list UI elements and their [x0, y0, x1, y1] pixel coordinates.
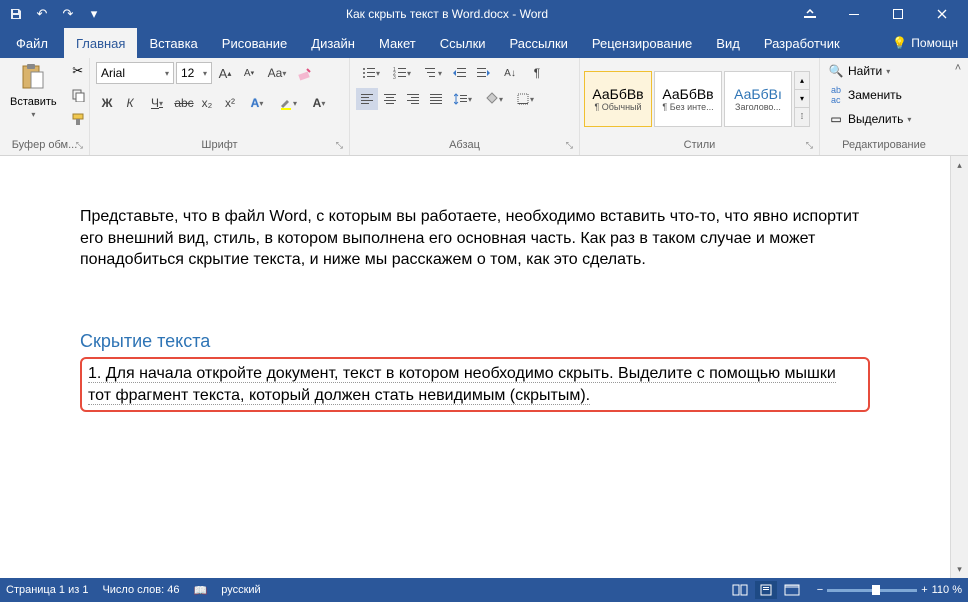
undo-icon[interactable]: ↶	[30, 2, 54, 26]
underline-button[interactable]: Ч▾	[142, 92, 172, 114]
font-color-icon[interactable]: A▾	[304, 92, 334, 114]
body-paragraph: Представьте, что в файл Word, с которым …	[80, 206, 870, 271]
dialog-launcher-icon[interactable]: ⤡	[336, 140, 343, 151]
window-title: Как скрыть текст в Word.docx - Word	[106, 7, 788, 21]
scroll-up-icon[interactable]: ▴	[951, 156, 968, 174]
highlighted-box: 1. Для начала откройте документ, текст в…	[80, 357, 870, 412]
paste-button[interactable]: Вставить ▾	[4, 60, 63, 121]
bold-button[interactable]: Ж	[96, 92, 118, 114]
vertical-scrollbar[interactable]: ▴ ▾	[950, 156, 968, 578]
align-left-icon[interactable]	[356, 88, 378, 110]
redo-icon[interactable]: ↷	[56, 2, 80, 26]
replace-button[interactable]: abacЗаменить	[824, 84, 915, 106]
shading-icon[interactable]: ▾	[479, 88, 509, 110]
document-page[interactable]: Представьте, что в файл Word, с которым …	[0, 156, 950, 578]
copy-icon[interactable]	[67, 84, 89, 106]
tab-references[interactable]: Ссылки	[428, 28, 498, 58]
style-heading[interactable]: АаБбВı Заголово...	[724, 71, 792, 127]
paste-icon	[17, 62, 49, 94]
multilevel-list-icon[interactable]: ▾	[418, 62, 448, 84]
show-marks-icon[interactable]: ¶	[526, 62, 548, 84]
bullets-icon[interactable]: ▾	[356, 62, 386, 84]
tab-insert[interactable]: Вставка	[137, 28, 209, 58]
zoom-level[interactable]: 110 %	[932, 584, 962, 596]
strikethrough-button[interactable]: abc	[173, 92, 195, 114]
decrease-indent-icon[interactable]	[449, 62, 471, 84]
scroll-down-icon[interactable]: ▾	[951, 560, 968, 578]
web-layout-icon[interactable]	[781, 581, 803, 599]
tab-mailings[interactable]: Рассылки	[498, 28, 580, 58]
grow-font-icon[interactable]: A▴	[214, 62, 236, 84]
lightbulb-icon: 💡	[892, 36, 907, 50]
group-font-label: Шрифт	[201, 139, 237, 151]
maximize-icon[interactable]	[876, 0, 920, 28]
spellcheck-icon[interactable]: 📖	[194, 584, 208, 597]
align-center-icon[interactable]	[379, 88, 401, 110]
chevron-down-icon: ▾	[31, 110, 35, 119]
print-layout-icon[interactable]	[755, 581, 777, 599]
step-text: 1. Для начала откройте документ, текст в…	[88, 365, 836, 405]
svg-text:3: 3	[393, 75, 396, 79]
group-paragraph-label: Абзац	[449, 139, 480, 151]
dialog-launcher-icon[interactable]: ⤡	[566, 140, 573, 151]
heading-2: Скрытие текста	[80, 329, 870, 353]
status-word-count[interactable]: Число слов: 46	[102, 584, 179, 596]
read-mode-icon[interactable]	[729, 581, 751, 599]
dialog-launcher-icon[interactable]: ⤡	[806, 140, 813, 151]
minimize-icon[interactable]	[832, 0, 876, 28]
status-language[interactable]: русский	[221, 584, 260, 596]
collapse-ribbon-icon[interactable]: ˄	[955, 62, 961, 74]
find-button[interactable]: 🔍Найти▾	[824, 60, 915, 82]
change-case-icon[interactable]: Aa▾	[262, 62, 292, 84]
qat-customize-icon[interactable]: ▾	[82, 2, 106, 26]
line-spacing-icon[interactable]: ▾	[448, 88, 478, 110]
tab-layout[interactable]: Макет	[367, 28, 428, 58]
format-painter-icon[interactable]	[67, 108, 89, 130]
search-icon: 🔍	[828, 64, 844, 78]
zoom-slider[interactable]	[827, 589, 917, 592]
group-styles-label: Стили	[684, 139, 716, 151]
text-effects-icon[interactable]: A▾	[242, 92, 272, 114]
style-no-spacing[interactable]: АаБбВв ¶ Без инте...	[654, 71, 722, 127]
numbering-icon[interactable]: 123▾	[387, 62, 417, 84]
font-size-combo[interactable]: 12▾	[176, 62, 212, 84]
style-normal[interactable]: АаБбВв ¶ Обычный	[584, 71, 652, 127]
styles-expand-icon[interactable]: ⁞	[795, 108, 809, 126]
highlight-icon[interactable]: ▾	[273, 92, 303, 114]
replace-icon: abac	[828, 85, 844, 105]
cut-icon[interactable]: ✂	[67, 60, 89, 82]
align-right-icon[interactable]	[402, 88, 424, 110]
status-page[interactable]: Страница 1 из 1	[6, 584, 88, 596]
shrink-font-icon[interactable]: A▾	[238, 62, 260, 84]
tab-draw[interactable]: Рисование	[210, 28, 299, 58]
tab-view[interactable]: Вид	[704, 28, 752, 58]
zoom-in-icon[interactable]: +	[921, 584, 927, 596]
superscript-button[interactable]: x²	[219, 92, 241, 114]
sort-icon[interactable]: A↓	[495, 62, 525, 84]
select-button[interactable]: ▭Выделить▾	[824, 108, 915, 130]
clear-formatting-icon[interactable]	[294, 62, 316, 84]
font-name-combo[interactable]: Arial▾	[96, 62, 174, 84]
save-icon[interactable]	[4, 2, 28, 26]
zoom-out-icon[interactable]: −	[817, 584, 823, 596]
group-editing-label: Редактирование	[842, 139, 926, 151]
tab-developer[interactable]: Разработчик	[752, 28, 852, 58]
tab-review[interactable]: Рецензирование	[580, 28, 704, 58]
close-icon[interactable]	[920, 0, 964, 28]
group-clipboard-label: Буфер обм...	[12, 139, 78, 151]
subscript-button[interactable]: x₂	[196, 92, 218, 114]
justify-icon[interactable]	[425, 88, 447, 110]
styles-scroll-down-icon[interactable]: ▾	[795, 90, 809, 108]
tab-file[interactable]: Файл	[0, 28, 64, 58]
tell-me[interactable]: 💡 Помощн	[892, 28, 968, 58]
tab-home[interactable]: Главная	[64, 28, 137, 58]
italic-button[interactable]: К	[119, 92, 141, 114]
styles-scroll-up-icon[interactable]: ▴	[795, 72, 809, 90]
dialog-launcher-icon[interactable]: ⤡	[76, 140, 83, 151]
ribbon-options-icon[interactable]	[788, 0, 832, 28]
select-icon: ▭	[828, 112, 844, 126]
tab-design[interactable]: Дизайн	[299, 28, 367, 58]
borders-icon[interactable]: ▾	[510, 88, 540, 110]
increase-indent-icon[interactable]	[472, 62, 494, 84]
